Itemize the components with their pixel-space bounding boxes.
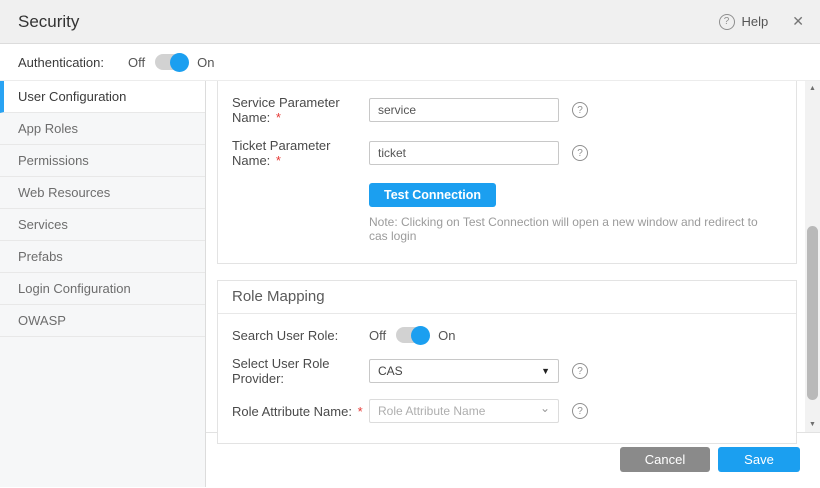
sidebar-item-permissions[interactable]: Permissions <box>0 145 205 177</box>
ticket-parameter-label: Ticket Parameter Name: * <box>232 138 369 168</box>
scroll-down-icon[interactable]: ▼ <box>805 421 820 428</box>
sidebar-item-owasp[interactable]: OWASP <box>0 305 205 337</box>
required-asterisk: * <box>358 404 363 419</box>
close-icon[interactable]: ✕ <box>792 13 804 30</box>
search-user-role-label: Search User Role: <box>232 328 369 343</box>
security-settings-window: Security ? Help ✕ Authentication: Off On… <box>0 0 820 488</box>
save-button[interactable]: Save <box>718 447 800 472</box>
dropdown-arrow-icon: ▼ <box>541 366 550 376</box>
ticket-parameter-row: Ticket Parameter Name: * ? <box>218 138 796 168</box>
ticket-parameter-input[interactable] <box>369 141 559 165</box>
sidebar-item-prefabs[interactable]: Prefabs <box>0 241 205 273</box>
sidebar-item-services[interactable]: Services <box>0 209 205 241</box>
ticket-parameter-help-icon[interactable]: ? <box>572 145 588 161</box>
role-attribute-combobox[interactable]: Role Attribute Name ⌄ <box>369 399 559 423</box>
role-attribute-label: Role Attribute Name: * <box>232 404 369 419</box>
role-attribute-help-icon[interactable]: ? <box>572 403 588 419</box>
scrollbar-thumb[interactable] <box>807 226 818 400</box>
role-attribute-row: Role Attribute Name: * Role Attribute Na… <box>218 399 796 423</box>
sidebar-item-login-configuration[interactable]: Login Configuration <box>0 273 205 305</box>
test-connection-row: Test Connection <box>369 183 796 207</box>
search-user-role-row: Search User Role: Off On <box>218 327 796 343</box>
page-title: Security <box>0 12 79 32</box>
role-provider-select[interactable]: CAS ▼ <box>369 359 559 383</box>
window-header: Security ? Help ✕ <box>0 0 820 44</box>
test-connection-button[interactable]: Test Connection <box>369 183 496 207</box>
required-asterisk: * <box>276 110 281 125</box>
settings-sidebar: User Configuration App Roles Permissions… <box>0 81 206 487</box>
authentication-bar: Authentication: Off On <box>0 44 820 81</box>
sidebar-item-user-configuration[interactable]: User Configuration <box>0 81 205 113</box>
role-mapping-panel: Role Mapping Search User Role: Off On Se… <box>217 280 797 444</box>
chevron-down-icon: ⌄ <box>540 405 550 411</box>
toggle-knob <box>411 326 430 345</box>
vertical-scrollbar[interactable]: ▲ ▼ <box>805 81 820 432</box>
role-provider-label: Select User Role Provider: <box>232 356 369 386</box>
authentication-toggle[interactable] <box>155 54 187 70</box>
service-parameter-input[interactable] <box>369 98 559 122</box>
role-attribute-placeholder: Role Attribute Name <box>378 404 485 418</box>
sidebar-item-web-resources[interactable]: Web Resources <box>0 177 205 209</box>
role-provider-help-icon[interactable]: ? <box>572 363 588 379</box>
window-body: User Configuration App Roles Permissions… <box>0 81 820 487</box>
required-asterisk: * <box>276 153 281 168</box>
main-content: Service Parameter Name: * ? Ticket Param… <box>206 81 820 487</box>
toggle-knob <box>170 53 189 72</box>
help-icon[interactable]: ? <box>719 14 735 30</box>
scroll-up-icon[interactable]: ▲ <box>805 85 820 92</box>
authentication-on-label: On <box>197 55 214 70</box>
test-connection-note: Note: Clicking on Test Connection will o… <box>369 215 773 243</box>
service-parameter-row: Service Parameter Name: * ? <box>218 95 796 125</box>
header-actions: ? Help ✕ <box>719 13 820 30</box>
authentication-label: Authentication: <box>18 55 128 70</box>
help-label[interactable]: Help <box>742 14 769 29</box>
role-mapping-title: Role Mapping <box>218 281 796 314</box>
service-parameter-help-icon[interactable]: ? <box>572 102 588 118</box>
search-user-role-toggle[interactable] <box>396 327 428 343</box>
search-user-role-on-label: On <box>438 328 455 343</box>
service-parameter-label: Service Parameter Name: * <box>232 95 369 125</box>
cancel-button[interactable]: Cancel <box>620 447 710 472</box>
search-user-role-off-label: Off <box>369 328 386 343</box>
authentication-off-label: Off <box>128 55 145 70</box>
sidebar-item-app-roles[interactable]: App Roles <box>0 113 205 145</box>
role-provider-value: CAS <box>378 364 403 378</box>
provider-config-panel: Service Parameter Name: * ? Ticket Param… <box>217 81 797 264</box>
scrollable-form-area: Service Parameter Name: * ? Ticket Param… <box>206 81 820 432</box>
role-provider-row: Select User Role Provider: CAS ▼ ? <box>218 356 796 386</box>
